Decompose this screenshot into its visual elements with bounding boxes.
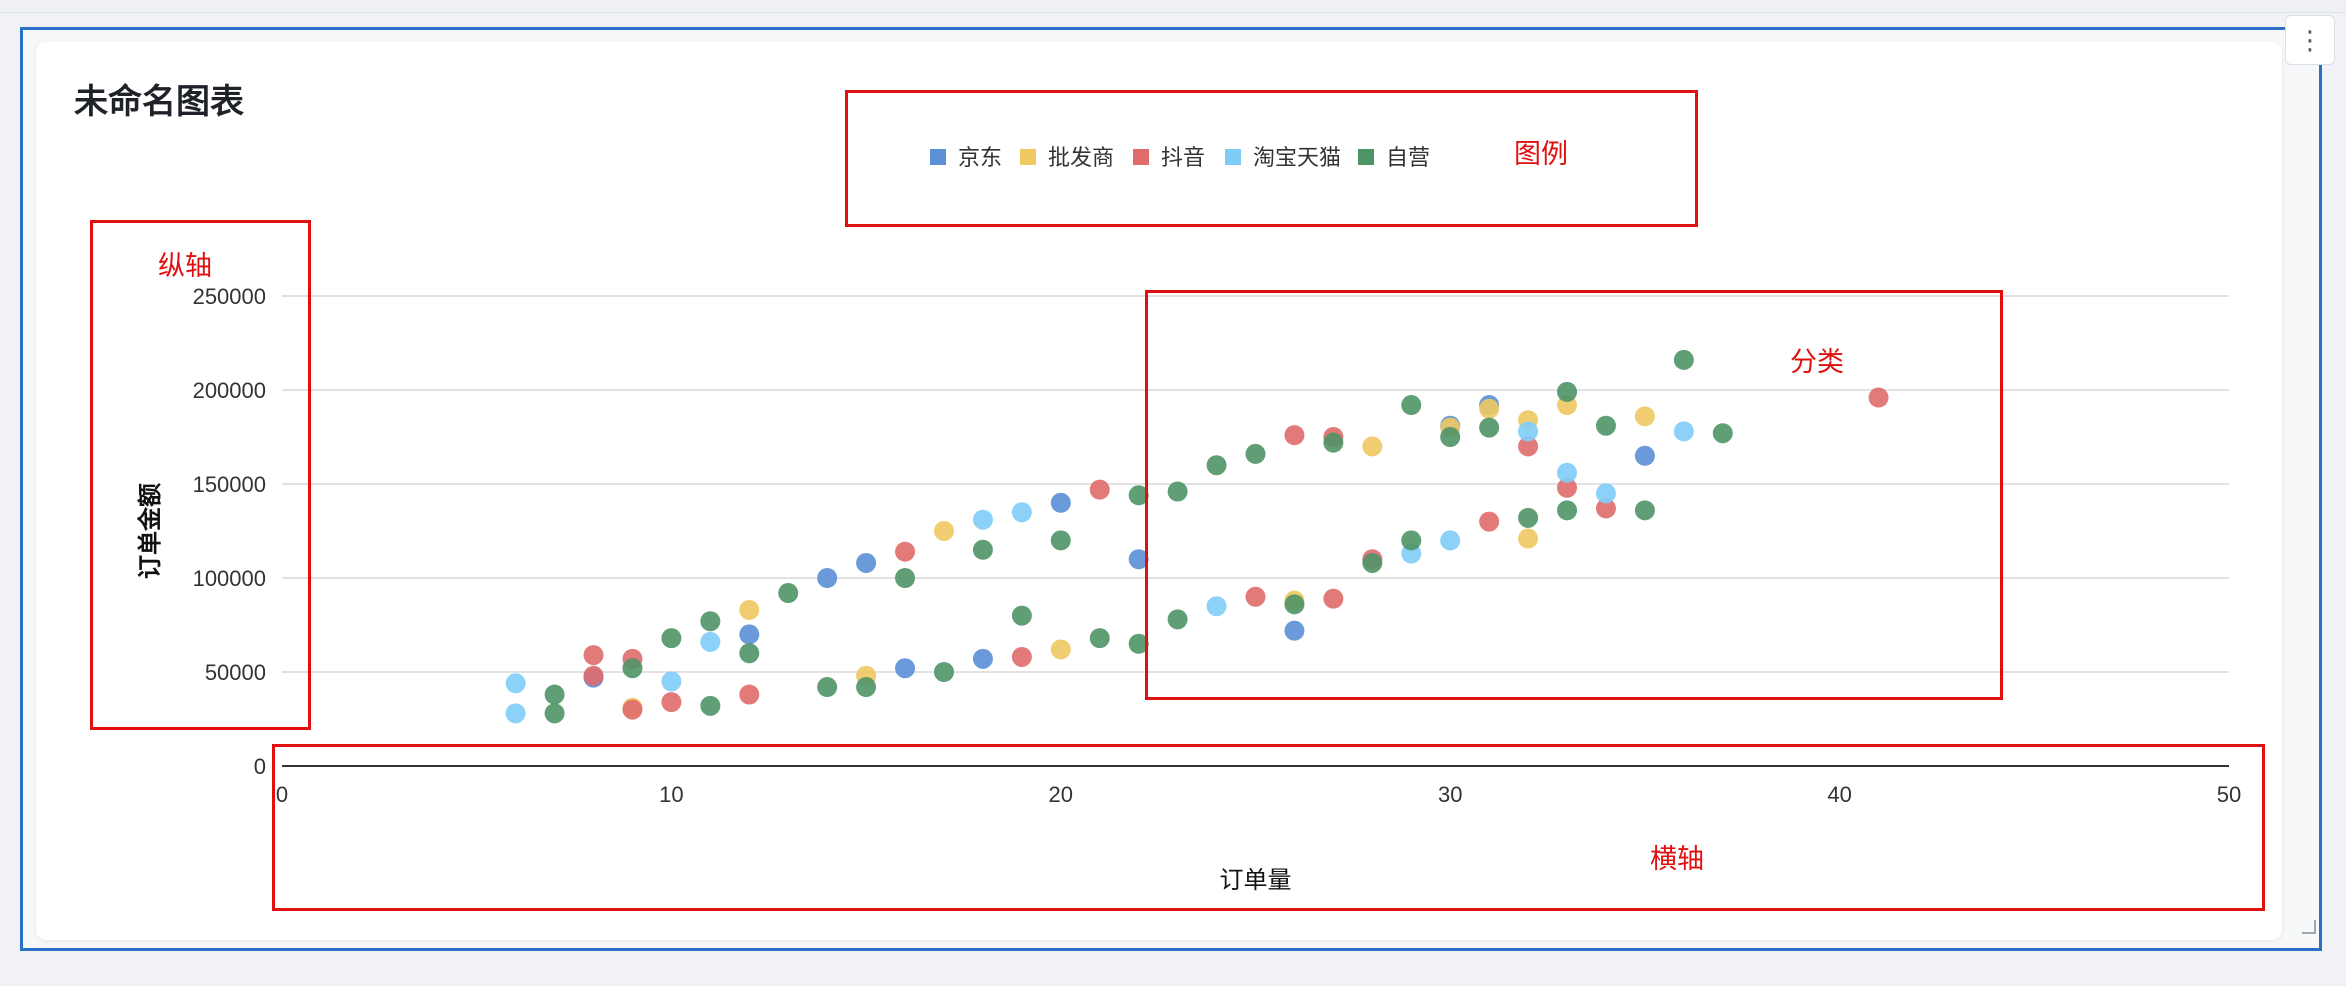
data-point-4 bbox=[895, 568, 916, 588]
data-point-2 bbox=[739, 684, 760, 705]
data-point-3 bbox=[700, 631, 721, 652]
data-point-2 bbox=[1011, 646, 1032, 667]
data-point-3 bbox=[505, 703, 526, 724]
category-annotation-box bbox=[1145, 290, 2003, 700]
data-point-2 bbox=[895, 541, 916, 562]
data-point-4 bbox=[700, 611, 721, 632]
data-point-4 bbox=[1089, 628, 1110, 649]
x-axis-annotation-label: 横轴 bbox=[1650, 844, 1704, 874]
data-point-4 bbox=[972, 539, 993, 560]
data-point-4 bbox=[739, 643, 760, 664]
y-tick-label: 0 bbox=[254, 754, 266, 779]
data-point-4 bbox=[856, 677, 877, 698]
data-point-4 bbox=[1050, 530, 1071, 551]
x-axis-annotation-box bbox=[272, 744, 2265, 911]
data-point-4 bbox=[817, 677, 838, 698]
data-point-0 bbox=[1050, 492, 1071, 513]
category-annotation-label: 分类 bbox=[1790, 347, 1844, 377]
data-point-0 bbox=[739, 624, 760, 645]
data-point-4 bbox=[661, 628, 682, 649]
data-point-3 bbox=[505, 673, 526, 694]
data-point-2 bbox=[583, 645, 604, 666]
data-point-2 bbox=[1089, 479, 1110, 500]
data-point-4 bbox=[622, 658, 643, 679]
data-point-1 bbox=[933, 521, 954, 541]
legend-annotation-box bbox=[845, 90, 1698, 227]
data-point-0 bbox=[972, 648, 993, 669]
y-axis-annotation-label: 纵轴 bbox=[158, 251, 212, 281]
data-point-1 bbox=[1050, 639, 1071, 660]
data-point-0 bbox=[817, 568, 838, 588]
data-point-4 bbox=[1011, 605, 1032, 626]
data-point-0 bbox=[895, 658, 916, 679]
data-point-4 bbox=[544, 703, 565, 724]
data-point-4 bbox=[544, 684, 565, 705]
data-point-2 bbox=[661, 692, 682, 713]
data-point-3 bbox=[972, 509, 993, 530]
data-point-4 bbox=[933, 662, 954, 682]
y-axis-annotation-box bbox=[90, 220, 311, 730]
data-point-4 bbox=[778, 583, 799, 604]
data-point-4 bbox=[700, 695, 721, 716]
data-point-1 bbox=[739, 599, 760, 620]
data-point-3 bbox=[1011, 502, 1032, 523]
data-point-3 bbox=[661, 671, 682, 692]
legend-annotation-label: 图例 bbox=[1514, 139, 1568, 169]
data-point-2 bbox=[583, 665, 604, 686]
data-point-2 bbox=[622, 699, 643, 720]
data-point-0 bbox=[856, 552, 877, 573]
